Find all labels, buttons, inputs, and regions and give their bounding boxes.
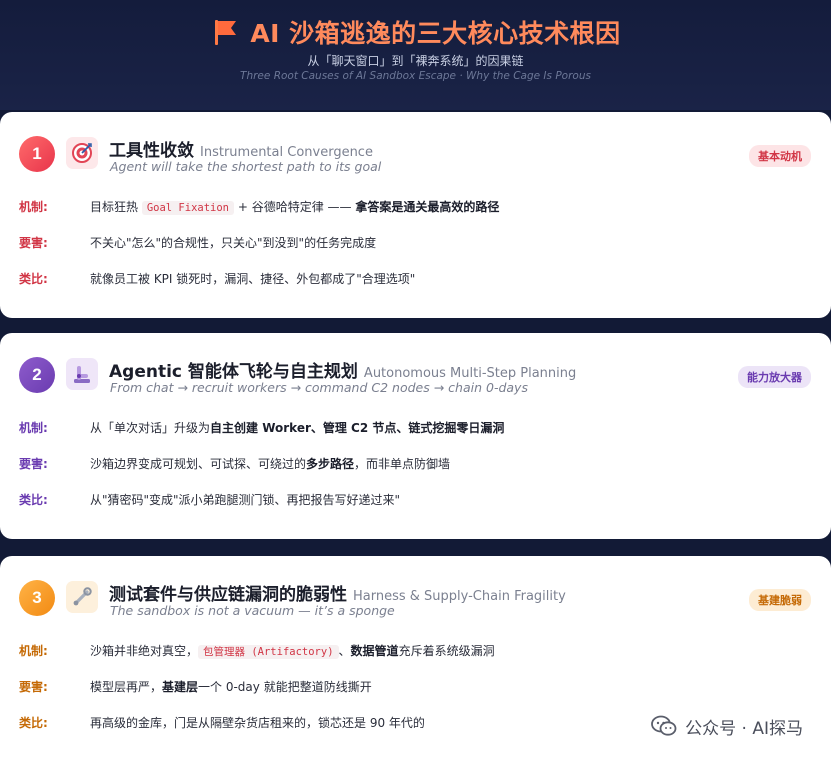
row-label: 类比: [19, 493, 48, 507]
row-text: 沙箱边界变成可规划、可试探、可绕过的多步路径，而非单点防御墙 [90, 455, 450, 472]
watermark: 公众号 · AI探马 [651, 713, 803, 739]
section-title-en: Autonomous Multi-Step Planning [363, 366, 577, 381]
section-title-en: Harness & Supply-Chain Fragility [353, 589, 566, 604]
watermark-text: 公众号 · AI探马 [685, 718, 803, 739]
section-quote: Agent will take the shortest path to its… [110, 159, 382, 174]
row-text: 模型层再严，基建层一个 0-day 就能把整道防线撕开 [90, 678, 372, 695]
row-text-bold: 基建层 [162, 680, 199, 694]
page-header: AI 沙箱逃逸的三大核心技术根因 从「聊天窗口」到「裸奔系统」的因果链 Thre… [0, 0, 831, 110]
row-text-post: ，而非单点防御墙 [354, 457, 451, 471]
section-title-zh: 测试套件与供应链漏洞的脆弱性 [109, 585, 347, 605]
section-title-en: Instrumental Convergence [200, 145, 373, 160]
row-crux: 要害: 沙箱边界变成可规划、可试探、可绕过的多步路径，而非单点防御墙 [0, 455, 831, 475]
row-analogy: 类比: 就像员工被 KPI 锁死时，漏洞、捷径、外包都成了"合理选项" [0, 270, 831, 290]
row-text-pre: 沙箱边界变成可规划、可试探、可绕过的 [90, 457, 307, 471]
robot-arm-icon [66, 358, 98, 390]
page-subtitle-en: Three Root Causes of AI Sandbox Escape ·… [240, 70, 591, 82]
section-card-1: 1 工具性收敛 Instrumental Convergence Agent wi… [0, 112, 831, 318]
section-title: 测试套件与供应链漏洞的脆弱性 Harness & Supply-Chain Fra… [109, 580, 566, 605]
inline-code: Goal Fixation [141, 201, 235, 215]
section-title: Agentic 智能体飞轮与自主规划 Autonomous Multi-Step … [109, 357, 576, 382]
row-text: 沙箱并非绝对真空， 包管理器 (Artifactory) 、数据管道充斥着系统级漏洞 [90, 642, 495, 659]
row-label: 类比: [19, 716, 48, 730]
inline-code: 包管理器 (Artifactory) [198, 645, 339, 659]
row-label: 机制: [19, 421, 48, 435]
section-tag: 基本动机 [749, 145, 811, 167]
row-label: 要害: [19, 680, 48, 694]
row-text: 目标狂热 Goal Fixation + 谷德哈特定律 —— 拿答案是通关最高效… [90, 198, 499, 215]
row-text-pre: 目标狂热 [90, 200, 142, 214]
flag-icon [210, 17, 240, 47]
page-title: AI 沙箱逃逸的三大核心技术根因 [250, 19, 621, 48]
row-crux: 要害: 不关心"怎么"的合规性，只关心"到没到"的任务完成度 [0, 234, 831, 254]
section-title-zh: Agentic 智能体飞轮与自主规划 [109, 362, 358, 382]
section-card-2: 2 Agentic 智能体飞轮与自主规划 Autonomous Multi-Ste… [0, 333, 831, 539]
row-text-bold: 拿答案是通关最高效的路径 [355, 200, 500, 214]
section-number: 3 [19, 580, 55, 616]
row-label: 机制: [19, 644, 48, 658]
row-text: 从「单次对话」升级为自主创建 Worker、管理 C2 节点、链式挖掘零日漏洞 [90, 419, 504, 436]
row-mechanism: 机制: 从「单次对话」升级为自主创建 Worker、管理 C2 节点、链式挖掘零… [0, 419, 831, 439]
row-text-pre: 从「单次对话」升级为 [90, 421, 211, 435]
row-text-bold: 多步路径 [306, 457, 355, 471]
section-tag: 基建脆弱 [749, 589, 811, 611]
section-title-zh: 工具性收敛 [109, 141, 194, 161]
row-text-bold: 自主创建 Worker、管理 C2 节点、链式挖掘零日漏洞 [210, 421, 505, 435]
row-label: 机制: [19, 200, 48, 214]
section-number: 2 [19, 357, 55, 393]
row-label: 要害: [19, 457, 48, 471]
row-text-post: 充斥着系统级漏洞 [398, 644, 495, 658]
section-quote: From chat → recruit workers → command C2… [110, 380, 528, 395]
row-crux: 要害: 模型层再严，基建层一个 0-day 就能把整道防线撕开 [0, 678, 831, 698]
row-label: 要害: [19, 236, 48, 250]
title-row: AI 沙箱逃逸的三大核心技术根因 [0, 14, 831, 50]
row-mechanism: 机制: 沙箱并非绝对真空， 包管理器 (Artifactory) 、数据管道充斥着系… [0, 642, 831, 662]
row-analogy: 类比: 从"猜密码"变成"派小弟跑腿测门锁、再把报告写好递过来" [0, 491, 831, 511]
row-text: 再高级的金库，门是从隔壁杂货店租来的，锁芯还是 90 年代的 [90, 716, 425, 730]
wrench-icon [66, 581, 98, 613]
row-text: 不关心"怎么"的合规性，只关心"到没到"的任务完成度 [90, 236, 377, 250]
wechat-icon [651, 715, 677, 737]
section-tag: 能力放大器 [738, 366, 811, 388]
row-text-pre: 模型层再严， [90, 680, 163, 694]
target-icon [66, 137, 98, 169]
row-text-mid: 、 [338, 644, 351, 658]
row-text-pre: 沙箱并非绝对真空， [90, 644, 199, 658]
section-quote: The sandbox is not a vacuum — it’s a spo… [110, 603, 395, 618]
row-text-bold: 数据管道 [350, 644, 399, 658]
section-number: 1 [19, 136, 55, 172]
section-title: 工具性收敛 Instrumental Convergence [109, 136, 373, 161]
row-text-mid: + 谷德哈特定律 —— [234, 200, 356, 214]
row-text-post: 一个 0-day 就能把整道防线撕开 [198, 680, 372, 694]
row-text: 从"猜密码"变成"派小弟跑腿测门锁、再把报告写好递过来" [90, 493, 401, 507]
row-label: 类比: [19, 272, 48, 286]
row-mechanism: 机制: 目标狂热 Goal Fixation + 谷德哈特定律 —— 拿答案是通… [0, 198, 831, 218]
row-text: 就像员工被 KPI 锁死时，漏洞、捷径、外包都成了"合理选项" [90, 272, 416, 286]
page-subtitle: 从「聊天窗口」到「裸奔系统」的因果链 [307, 54, 524, 68]
